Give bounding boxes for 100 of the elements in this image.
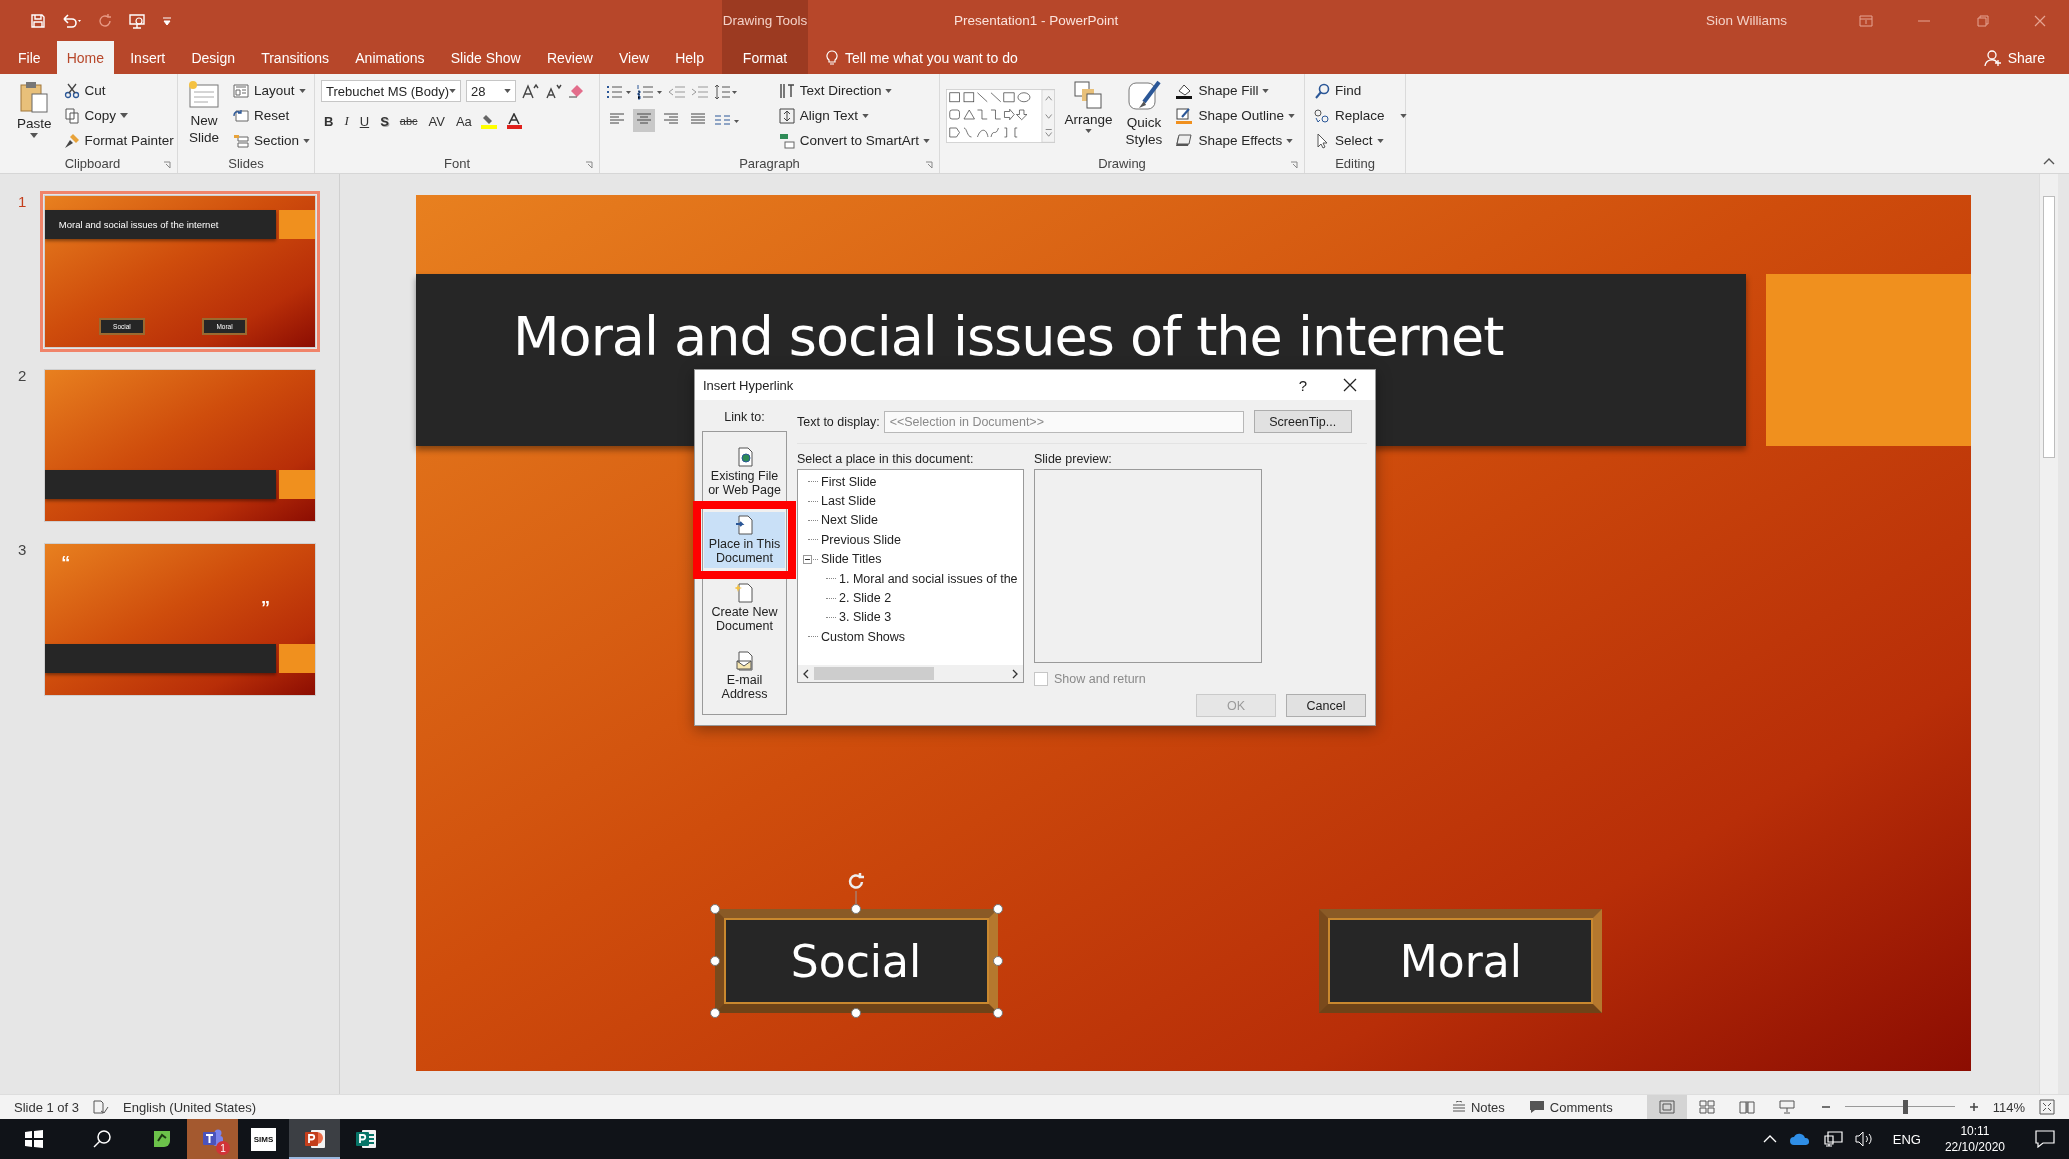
input-language[interactable]: ENG (1892, 1131, 1921, 1147)
tree-item[interactable]: First Slide (821, 474, 877, 489)
align-text-button[interactable]: Align Text (775, 103, 933, 128)
italic-button[interactable]: I (341, 111, 352, 131)
notes-button[interactable]: Notes (1451, 1099, 1505, 1115)
tree-item[interactable]: Slide Titles (821, 552, 882, 567)
reset-button[interactable]: Reset (230, 103, 314, 128)
shape-outline-button[interactable]: Shape Outline (1172, 103, 1298, 128)
bold-button[interactable]: B (321, 111, 337, 131)
scroll-left-icon[interactable] (802, 668, 810, 679)
eraser-icon[interactable] (567, 83, 585, 99)
tree-item[interactable]: 1. Moral and social issues of the (839, 571, 1018, 586)
launcher-icon[interactable] (163, 161, 171, 169)
link-type-button[interactable]: Create New Document (704, 580, 785, 636)
ribbon-tab[interactable]: Transitions (251, 41, 340, 74)
share-button[interactable]: Share (1983, 41, 2045, 74)
chevron-up-icon[interactable] (1762, 1134, 1777, 1144)
layout-button[interactable]: Layout (230, 78, 314, 103)
undo-icon[interactable] (60, 12, 84, 29)
action-button-shape[interactable]: Social (714, 908, 998, 1014)
windows-start-icon[interactable] (24, 1129, 44, 1149)
cancel-button[interactable]: Cancel (1286, 694, 1366, 717)
highlighter-icon[interactable] (479, 113, 500, 129)
line-spacing-icon[interactable] (714, 84, 738, 100)
cloud-icon[interactable] (1788, 1132, 1811, 1146)
tree-item[interactable]: 2. Slide 2 (839, 591, 892, 606)
taskbar-app[interactable]: 1 (187, 1119, 238, 1159)
tree-item[interactable]: Next Slide (821, 513, 878, 528)
slide-thumbnail[interactable] (44, 369, 316, 522)
slide-thumbnail[interactable]: “ ” (44, 543, 316, 696)
customize-icon[interactable] (162, 14, 172, 27)
tell-me-field[interactable]: Tell me what you want to do (826, 41, 1018, 74)
section-button[interactable]: Section (230, 128, 314, 153)
close-icon[interactable] (1343, 378, 1357, 392)
ribbon-tab[interactable]: File (8, 41, 51, 74)
resize-handle[interactable] (851, 903, 862, 914)
ribbon-tab[interactable]: Slide Show (440, 41, 531, 74)
resize-handle[interactable] (709, 1008, 720, 1019)
shape-fill-button[interactable]: Shape Fill (1172, 78, 1298, 103)
network-icon[interactable] (1822, 1131, 1843, 1147)
ribbon-tab[interactable]: Format (722, 41, 808, 74)
resize-handle[interactable] (992, 903, 1003, 914)
help-button[interactable]: ? (1298, 376, 1307, 394)
ribbon-tab[interactable]: Animations (345, 41, 435, 74)
ribbon-tab[interactable]: Help (665, 41, 714, 74)
taskbar-app[interactable] (289, 1119, 340, 1159)
font-color-icon[interactable] (504, 113, 525, 129)
ribbon-tab[interactable]: Design (181, 41, 245, 74)
numbering-icon[interactable] (637, 84, 663, 100)
tree-item[interactable]: Previous Slide (821, 532, 901, 547)
link-type-button[interactable]: Existing File or Web Page (704, 444, 785, 500)
font-size-field[interactable]: 28 (466, 80, 516, 102)
grow-font-icon[interactable] (521, 83, 539, 99)
select-button[interactable]: Select (1311, 128, 1410, 153)
ribbon-tab[interactable]: Insert (120, 41, 176, 74)
zoom-slider[interactable] (1844, 1099, 1955, 1115)
tree-item[interactable]: 3. Slide 3 (839, 610, 892, 625)
horizontal-scrollbar[interactable] (798, 665, 1023, 682)
resize-handle[interactable] (851, 1008, 862, 1019)
new-slide-button[interactable]: New Slide (184, 78, 224, 148)
launcher-icon[interactable] (1290, 161, 1298, 169)
spell-check-icon[interactable] (93, 1100, 110, 1114)
ribbon-tab[interactable]: Review (536, 41, 603, 74)
resize-handle[interactable] (992, 1008, 1003, 1019)
format-painter-button[interactable]: Format Painter (60, 128, 177, 153)
scrollbar[interactable] (2039, 174, 2058, 1094)
cut-button[interactable]: Cut (60, 78, 177, 103)
shadow-button[interactable]: S (377, 111, 392, 131)
save-icon[interactable] (30, 12, 46, 29)
zoom-in-icon[interactable] (1968, 1102, 1979, 1112)
screentip-button[interactable]: ScreenTip... (1253, 410, 1352, 433)
fit-to-window-icon[interactable] (2039, 1099, 2055, 1115)
slide-title[interactable]: Moral and social issues of the internet (416, 309, 1504, 364)
font-name-field[interactable]: Trebuchet MS (Body) (321, 80, 461, 102)
search-icon[interactable] (92, 1129, 112, 1149)
strikethrough-button[interactable]: abc (396, 113, 421, 129)
view-button[interactable] (1646, 1095, 1687, 1119)
collapse-icon[interactable] (803, 554, 812, 564)
convert-smartart-button[interactable]: Convert to SmartArt (775, 128, 933, 153)
volume-icon[interactable] (1854, 1131, 1875, 1147)
taskbar-app[interactable]: SIMS (238, 1119, 289, 1159)
notifications-icon[interactable] (2035, 1130, 2055, 1148)
language-status[interactable]: English (United States) (123, 1099, 256, 1115)
launcher-icon[interactable] (925, 161, 933, 169)
resize-handle[interactable] (709, 956, 720, 967)
paste-button[interactable]: Paste (14, 78, 55, 140)
text-direction-button[interactable]: Text Direction (775, 78, 933, 103)
ribbon-tab[interactable]: Home (56, 41, 115, 74)
action-button-shape[interactable]: Moral (1319, 908, 1603, 1014)
launcher-icon[interactable] (585, 161, 593, 169)
change-case-button[interactable]: Aa (452, 111, 475, 131)
user-name[interactable]: Sion Williams (1706, 13, 1787, 28)
character-spacing-button[interactable]: AV (425, 111, 448, 131)
tree-item[interactable]: Custom Shows (821, 629, 906, 644)
shape-effects-button[interactable]: Shape Effects (1172, 128, 1298, 153)
tree-item[interactable]: Last Slide (821, 494, 876, 509)
zoom-level[interactable]: 114% (1992, 1099, 2025, 1115)
collapse-ribbon-icon[interactable] (2043, 157, 2055, 165)
place-tree[interactable]: First Slide Last Slide Next Slide Previous Slide Slide Titles 1. Moral and social issues of the 2. Slide 2 3. Slide 3 Custom Shows (797, 469, 1024, 683)
replace-button[interactable]: Replace (1311, 103, 1410, 128)
